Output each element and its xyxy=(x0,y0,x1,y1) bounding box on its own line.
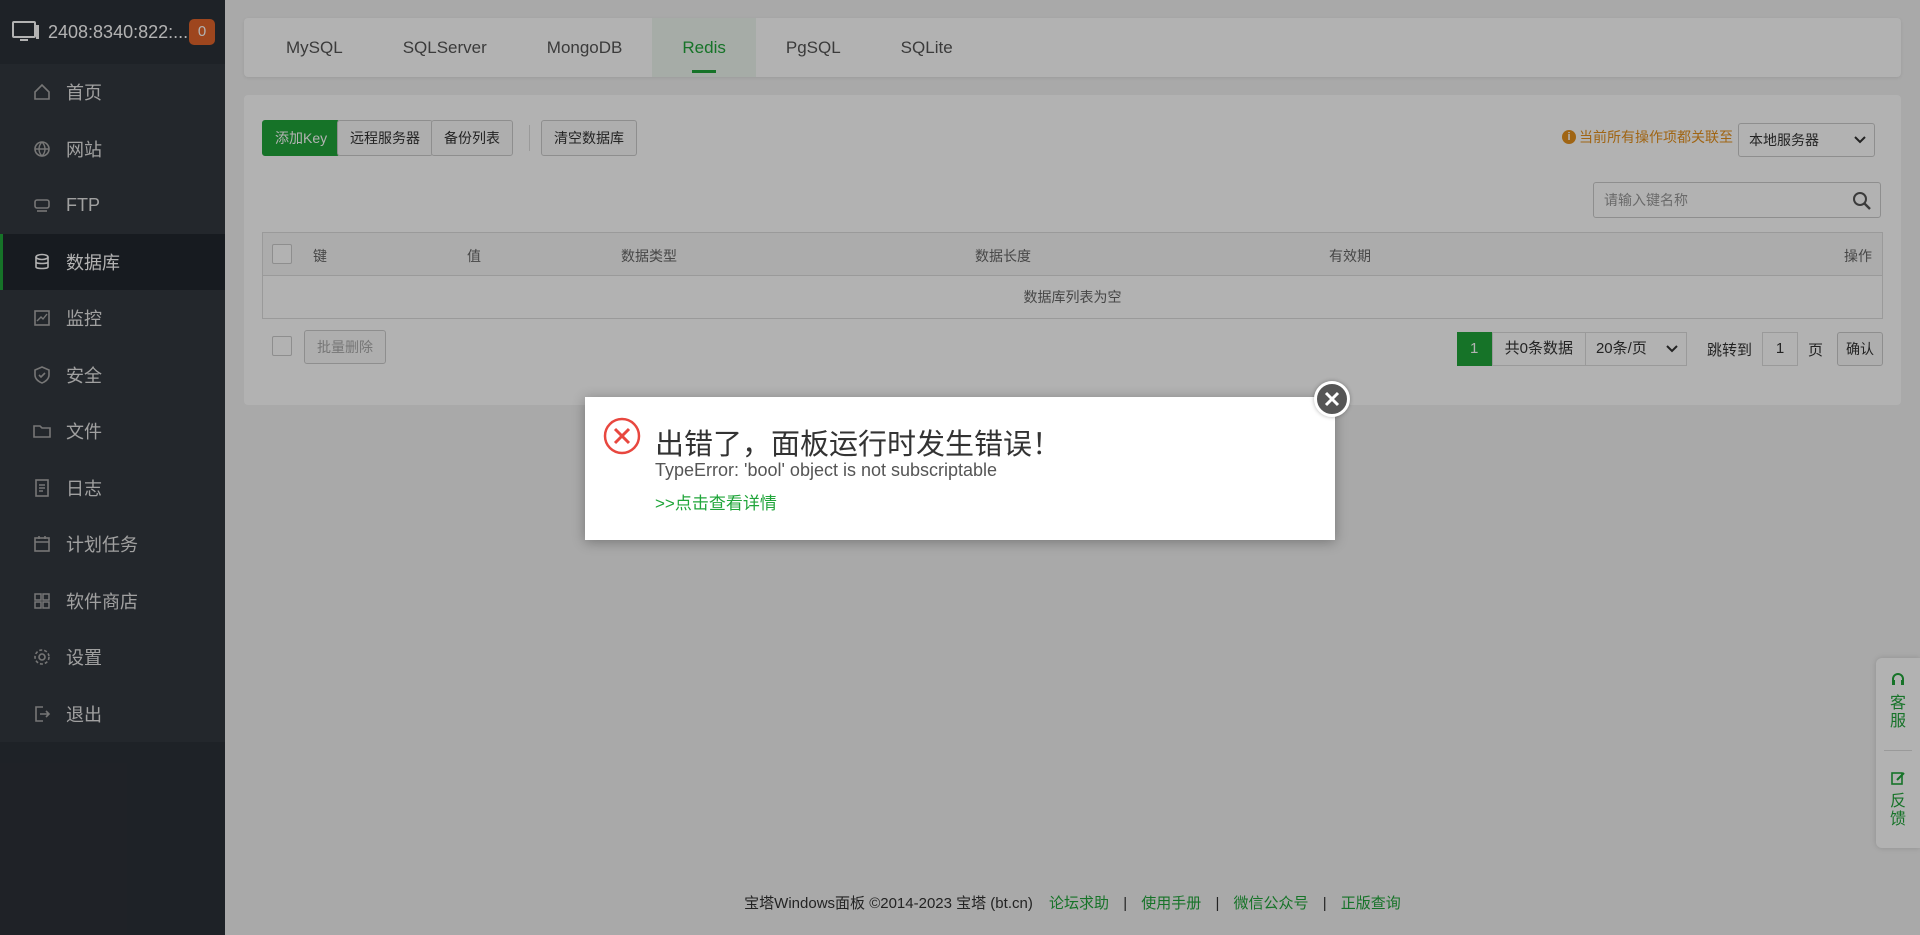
view-details-link[interactable]: >>点击查看详情 xyxy=(655,489,777,514)
error-icon xyxy=(603,417,641,455)
dialog-title: 出错了，面板运行时发生错误！ xyxy=(655,429,1062,461)
error-dialog: 出错了，面板运行时发生错误！ TypeError: 'bool' object … xyxy=(585,397,1335,540)
dialog-message: TypeError: 'bool' object is not subscrip… xyxy=(655,460,998,480)
close-icon xyxy=(1324,391,1340,407)
dialog-close-button[interactable] xyxy=(1314,381,1350,417)
